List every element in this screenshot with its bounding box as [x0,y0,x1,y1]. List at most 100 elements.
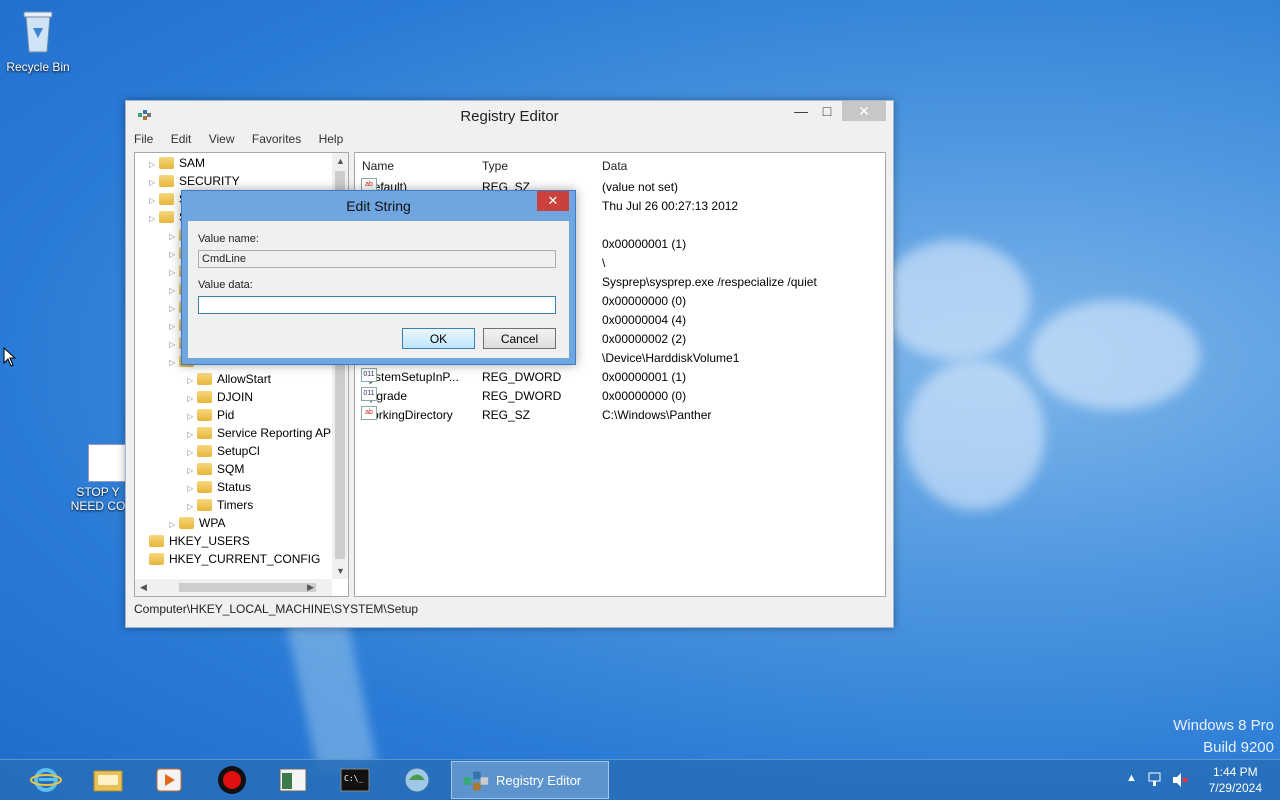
tree-item-label: HKEY_USERS [169,534,250,548]
folder-icon [197,427,212,439]
background-petal [905,360,1045,510]
registry-editor-taskbar-icon [463,771,489,791]
maximize-button[interactable]: □ [818,101,836,121]
tree-item-label: Status [217,480,252,494]
menu-favorites[interactable]: Favorites [252,132,301,146]
tree-item[interactable]: ▷ Service Reporting API [187,424,334,442]
value-name-cell: 011 Upgrade [361,387,407,406]
menu-bar: File Edit View Favorites Help [134,132,357,150]
background-petal [880,240,1030,360]
network-tray-icon[interactable] [1147,771,1165,789]
tree-item[interactable]: ▷ Pid [187,406,234,424]
taskbar-registry-editor[interactable]: Registry Editor [451,761,609,799]
tree-item[interactable]: ▷ WPA [169,514,225,532]
recycle-bin-icon [23,11,53,53]
internet-explorer-icon[interactable] [30,765,62,795]
app-window-icon[interactable] [277,765,309,795]
tree-item[interactable]: ▷ Status [187,478,251,496]
tree-horizontal-scrollbar[interactable]: ◀ ▶ [135,579,332,596]
close-button[interactable]: ✕ [842,101,886,121]
menu-edit[interactable]: Edit [171,132,192,146]
value-data-cell: \ [602,256,606,270]
column-header-type[interactable]: Type [482,159,508,173]
record-icon[interactable] [216,765,248,795]
ok-button[interactable]: OK [402,328,475,349]
taskbar-active-label: Registry Editor [496,773,582,788]
column-header-data[interactable]: Data [602,159,627,173]
recycle-bin-label: Recycle Bin [6,60,70,74]
dialog-close-button[interactable]: ✕ [537,191,569,211]
tree-hscroll-thumb[interactable] [179,583,316,592]
desktop-shortcut[interactable]: STOP Y NEED CO [68,444,128,513]
network-globe-icon[interactable] [401,765,433,795]
tree-item-label: DJOIN [217,390,253,404]
value-row[interactable]: 011 SystemSetupInP... REG_DWORD 0x00000001 … [355,368,885,387]
status-bar: Computer\HKEY_LOCAL_MACHINE\SYSTEM\Setup [134,602,419,616]
tree-item[interactable]: ▷ SetupCl [187,442,260,460]
value-data-cell: 0x00000000 (0) [602,294,687,308]
value-name-field[interactable] [198,250,556,268]
tree-item-label: SECURITY [179,174,240,188]
folder-icon [197,373,212,385]
windows-watermark: Windows 8 Pro Build 9200 [1173,715,1274,759]
cancel-button[interactable]: Cancel [483,328,556,349]
folder-icon [159,193,174,205]
svg-text:C:\_: C:\_ [344,774,363,783]
value-row[interactable]: ab WorkingDirectory REG_SZ C:\Windows\Panth… [355,406,885,425]
expand-arrow-icon[interactable]: ▷ [169,354,179,372]
scroll-up-icon[interactable]: ▲ [336,156,345,166]
value-name-cell: ab WorkingDirectory [361,406,453,425]
folder-icon [197,409,212,421]
mouse-cursor-icon [3,347,17,367]
watermark-edition: Windows 8 Pro [1173,717,1274,734]
shortcut-label-line1: STOP Y [76,485,120,499]
title-bar[interactable]: Registry Editor — □ ✕ [126,101,893,130]
clock-date: 7/29/2024 [1208,781,1262,795]
tree-item[interactable]: ▷ Timers [187,496,253,514]
tree-item[interactable]: ▷ DJOIN [187,388,253,406]
tree-item-label: Pid [217,408,235,422]
value-data-cell: 0x00000004 (4) [602,313,687,327]
tree-item-label: AllowStart [217,372,272,386]
reg-string-icon: ab [361,406,377,420]
tree-item[interactable]: ▷ SQM [187,460,244,478]
value-data-label: Value data: [198,279,253,291]
tree-item[interactable]: ▷ SAM [149,154,205,172]
value-data-field[interactable] [198,296,556,314]
menu-view[interactable]: View [209,132,235,146]
folder-icon [197,445,212,457]
watermark-build: Build 9200 [1203,739,1274,756]
minimize-button[interactable]: — [792,101,810,121]
media-player-icon[interactable] [153,765,185,795]
tray-expand-icon[interactable]: ▲ [1126,772,1137,784]
value-data-cell: (value not set) [602,180,679,194]
folder-icon [149,535,164,547]
folder-icon [159,211,174,223]
tree-item[interactable]: HKEY_CURRENT_CONFIG [139,550,320,568]
clock[interactable]: 1:44 PM 7/29/2024 [1209,764,1262,796]
dialog-body: Value name: Value data: OK Cancel [188,221,569,358]
scroll-down-icon[interactable]: ▼ [336,566,345,576]
folder-icon [159,175,174,187]
shortcut-icon [88,444,126,482]
tree-item[interactable]: HKEY_USERS [139,532,250,550]
menu-help[interactable]: Help [319,132,344,146]
clock-time: 1:44 PM [1212,765,1258,779]
recycle-bin[interactable]: Recycle Bin [0,8,76,74]
value-data-cell: Thu Jul 26 00:27:13 2012 [602,199,739,213]
tree-item-label: Timers [217,498,254,512]
value-data-cell: 0x00000000 (0) [602,389,687,403]
command-prompt-icon[interactable]: C:\_ [339,765,371,795]
menu-file[interactable]: File [134,132,153,146]
volume-muted-icon[interactable] [1171,771,1189,789]
value-row[interactable]: 011 Upgrade REG_DWORD 0x00000000 (0) [355,387,885,406]
value-type-cell: REG_DWORD [482,389,562,403]
expand-arrow-icon[interactable]: ▷ [149,210,159,228]
scroll-left-icon[interactable]: ◀ [140,582,147,593]
scroll-right-icon[interactable]: ▶ [307,582,314,593]
file-explorer-icon[interactable] [92,765,124,795]
tree-item[interactable]: ▷ AllowStart [187,370,271,388]
column-header-name[interactable]: Name [362,159,394,173]
tree-item[interactable]: ▷ SECURITY [149,172,240,190]
value-data-cell: 0x00000001 (1) [602,370,687,384]
